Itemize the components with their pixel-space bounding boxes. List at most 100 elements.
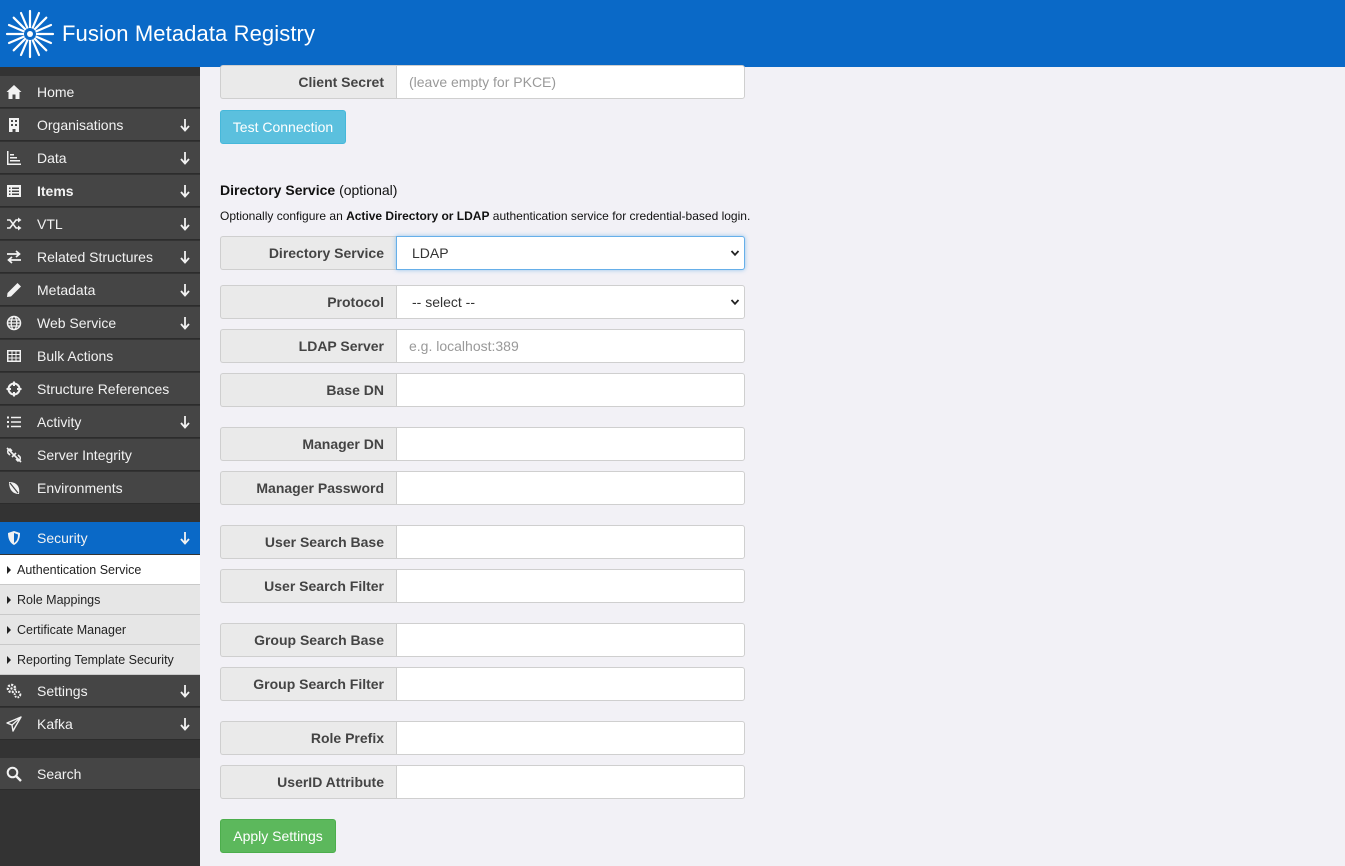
sidebar-item-server-integrity[interactable]: Server Integrity: [0, 439, 200, 471]
sidebar-item-label: Environments: [37, 479, 123, 496]
user-search-filter-input[interactable]: [396, 569, 745, 603]
caret-right-icon: [7, 625, 11, 634]
sidebar-subitem-reporting-template-security[interactable]: Reporting Template Security: [0, 645, 200, 675]
gears-icon: [1, 675, 27, 707]
table-icon: [1, 340, 27, 372]
base-dn-label: Base DN: [220, 373, 396, 407]
sidebar-subitem-certificate-manager[interactable]: Certificate Manager: [0, 615, 200, 645]
sidebar-item-organisations[interactable]: Organisations: [0, 109, 200, 141]
globe-icon: [1, 307, 27, 339]
sidebar-item-label: Settings: [37, 682, 88, 699]
sidebar-subitem-label: Certificate Manager: [17, 622, 127, 637]
caret-right-icon: [7, 595, 11, 604]
sidebar-item-label: Kafka: [37, 715, 73, 732]
userid-attribute-row: UserID Attribute: [220, 765, 745, 799]
apply-settings-button[interactable]: Apply Settings: [220, 819, 336, 853]
sidebar-item-label: Metadata: [37, 281, 96, 298]
arrow-down-icon: [179, 216, 191, 232]
sidebar-item-metadata[interactable]: Metadata: [0, 274, 200, 306]
sidebar-item-label: Organisations: [37, 116, 124, 133]
sidebar-subitem-authentication-service[interactable]: Authentication Service: [0, 555, 200, 585]
sidebar-item-home[interactable]: Home: [0, 76, 200, 108]
directory-service-row: Directory Service LDAP: [220, 236, 745, 270]
search-icon: [1, 758, 27, 790]
crosshair-icon: [1, 373, 27, 405]
sidebar-item-label: Data: [37, 149, 67, 166]
manager-dn-input[interactable]: [396, 427, 745, 461]
sidebar-item-structure-references[interactable]: Structure References: [0, 373, 200, 405]
group-search-base-label: Group Search Base: [220, 623, 396, 657]
sidebar-item-security[interactable]: Security: [0, 522, 200, 554]
manager-dn-label: Manager DN: [220, 427, 396, 461]
chevron-down-icon: [730, 250, 740, 257]
sidebar-item-environments[interactable]: Environments: [0, 472, 200, 504]
protocol-select[interactable]: -- select --: [396, 285, 745, 319]
userid-attribute-input[interactable]: [396, 765, 745, 799]
sidebar-item-label: Web Service: [37, 314, 117, 331]
arrow-down-icon: [179, 282, 191, 298]
sidebar-item-kafka[interactable]: Kafka: [0, 708, 200, 740]
main-content: Client Secret Test Connection Directory …: [220, 65, 1345, 866]
arrow-down-icon: [179, 530, 191, 546]
description-bold: Active Directory or LDAP: [346, 209, 490, 223]
registry-logo-icon[interactable]: [4, 8, 56, 60]
shield-icon: [1, 522, 27, 554]
role-prefix-input[interactable]: [396, 721, 745, 755]
sidebar-item-web-service[interactable]: Web Service: [0, 307, 200, 339]
arrow-down-icon: [179, 414, 191, 430]
sidebar-item-related-structures[interactable]: Related Structures: [0, 241, 200, 273]
sidebar-item-data[interactable]: Data: [0, 142, 200, 174]
sidebar-item-label: Related Structures: [37, 248, 153, 265]
directory-service-select[interactable]: LDAP: [396, 236, 745, 270]
client-secret-input[interactable]: [396, 65, 745, 99]
arrow-down-icon: [179, 716, 191, 732]
group-search-base-row: Group Search Base: [220, 623, 745, 657]
client-secret-row: Client Secret: [220, 65, 745, 99]
group-search-filter-input[interactable]: [396, 667, 745, 701]
manager-dn-row: Manager DN: [220, 427, 745, 461]
protocol-value: -- select --: [412, 294, 475, 310]
app-title: Fusion Metadata Registry: [62, 20, 316, 46]
directory-service-description: Optionally configure an Active Directory…: [220, 209, 750, 223]
manager-password-input[interactable]: [396, 471, 745, 505]
building-icon: [1, 109, 27, 141]
sidebar-item-activity[interactable]: Activity: [0, 406, 200, 438]
exchange-icon: [1, 241, 27, 273]
app-header: Fusion Metadata Registry: [0, 0, 1345, 67]
sidebar-subitem-role-mappings[interactable]: Role Mappings: [0, 585, 200, 615]
base-dn-input[interactable]: [396, 373, 745, 407]
description-post: authentication service for credential-ba…: [489, 209, 751, 223]
role-prefix-row: Role Prefix: [220, 721, 745, 755]
shuffle-icon: [1, 208, 27, 240]
bullet-list-icon: [1, 406, 27, 438]
caret-right-icon: [7, 655, 11, 664]
sidebar-item-search[interactable]: Search: [0, 758, 200, 790]
protocol-row: Protocol -- select --: [220, 285, 745, 319]
sidebar-item-vtl[interactable]: VTL: [0, 208, 200, 240]
sidebar: Home Organisations Data Items VTL Relate…: [0, 67, 200, 866]
sidebar-item-items[interactable]: Items: [0, 175, 200, 207]
sidebar-subitem-label: Reporting Template Security: [17, 652, 174, 667]
test-connection-button[interactable]: Test Connection: [220, 110, 346, 144]
client-secret-label: Client Secret: [220, 65, 396, 99]
sidebar-item-settings[interactable]: Settings: [0, 675, 200, 707]
ldap-server-input[interactable]: [396, 329, 745, 363]
manager-password-row: Manager Password: [220, 471, 745, 505]
ldap-server-label: LDAP Server: [220, 329, 396, 363]
sidebar-item-label: Items: [37, 182, 74, 199]
directory-service-label: Directory Service: [220, 236, 396, 270]
directory-service-heading: Directory Service (optional): [220, 182, 397, 198]
sidebar-subitem-label: Role Mappings: [17, 592, 101, 607]
sidebar-item-label: Structure References: [37, 380, 170, 397]
sidebar-item-label: Home: [37, 83, 75, 100]
user-search-base-label: User Search Base: [220, 525, 396, 559]
arrow-down-icon: [179, 183, 191, 199]
ldap-server-row: LDAP Server: [220, 329, 745, 363]
sidebar-item-label: VTL: [37, 215, 63, 232]
sidebar-item-bulk-actions[interactable]: Bulk Actions: [0, 340, 200, 372]
group-search-base-input[interactable]: [396, 623, 745, 657]
user-search-base-input[interactable]: [396, 525, 745, 559]
caret-right-icon: [7, 565, 11, 574]
manager-password-label: Manager Password: [220, 471, 396, 505]
protocol-label: Protocol: [220, 285, 396, 319]
